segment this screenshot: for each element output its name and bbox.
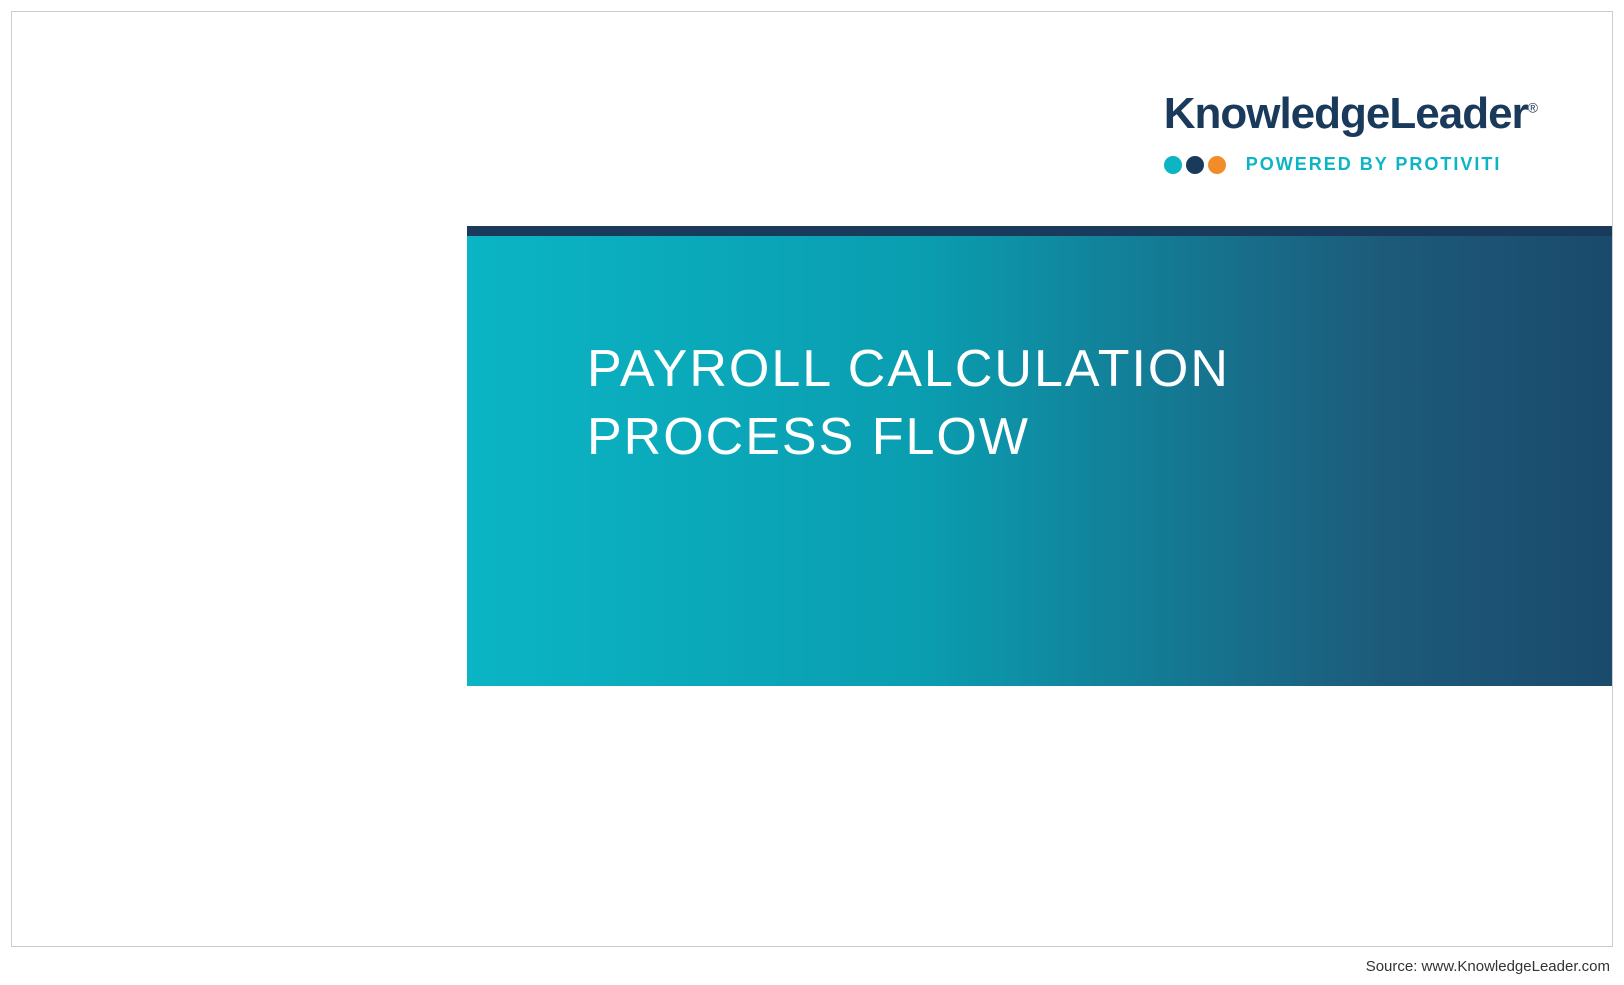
brand-logo: KnowledgeLeader® (1164, 92, 1537, 136)
brand-dots (1164, 156, 1226, 174)
slide-title: PAYROLL CALCULATION PROCESS FLOW (587, 336, 1612, 471)
dot-teal-icon (1164, 156, 1182, 174)
slide-title-line1: PAYROLL CALCULATION (587, 336, 1612, 404)
logo-area: KnowledgeLeader® POWERED BY PROTIVITI (1164, 92, 1537, 175)
slide-title-line2: PROCESS FLOW (587, 404, 1612, 472)
brand-tagline: POWERED BY PROTIVITI (1246, 154, 1502, 175)
dot-navy-icon (1186, 156, 1204, 174)
logo-subline: POWERED BY PROTIVITI (1164, 154, 1537, 175)
registered-mark: ® (1528, 99, 1537, 115)
slide-container: KnowledgeLeader® POWERED BY PROTIVITI PA… (11, 11, 1613, 947)
source-attribution: Source: www.KnowledgeLeader.com (1366, 958, 1610, 975)
title-bar-accent (467, 226, 1612, 236)
brand-name: KnowledgeLeader (1164, 89, 1528, 138)
title-block: PAYROLL CALCULATION PROCESS FLOW (467, 236, 1612, 686)
dot-orange-icon (1208, 156, 1226, 174)
